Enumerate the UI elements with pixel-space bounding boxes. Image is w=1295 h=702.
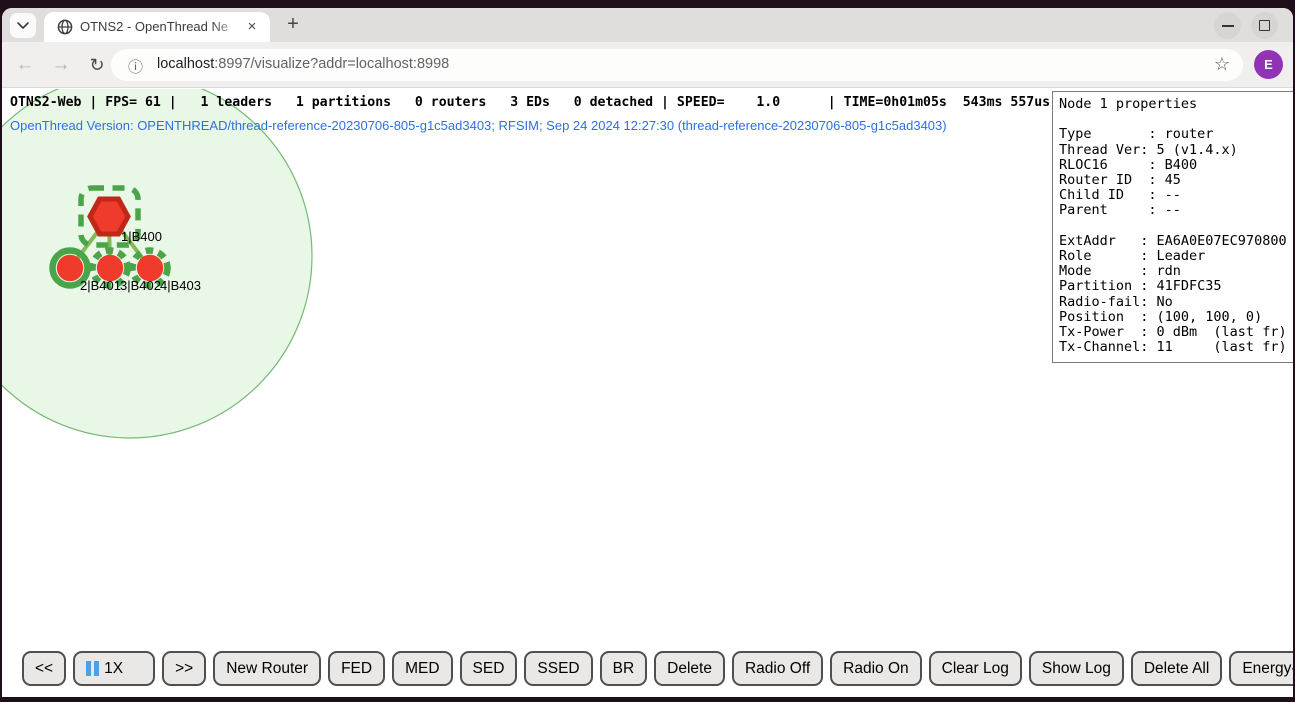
new-med-button[interactable]: MED [392,651,452,686]
back-button[interactable]: ← [13,53,37,77]
radio-on-button[interactable]: Radio On [830,651,921,686]
browser-toolbar: ← → ↻ ⓘ localhost:8997/visualize?addr=lo… [2,42,1293,88]
globe-icon [57,19,73,35]
pause-icon [86,661,99,676]
new-router-button[interactable]: New Router [213,651,321,686]
energy-stats-button[interactable]: Energy-stats ↗ [1229,651,1293,686]
site-info-icon[interactable]: ⓘ [128,56,143,77]
node-properties-body: Type : router Thread Ver: 5 (v1.4.x) RLO… [1059,112,1289,355]
chevron-down-icon [17,22,29,30]
simulator-toolbar: << 1X >> New Router FED MED SED SSED BR … [22,651,1293,686]
speed-button[interactable]: 1X [73,651,155,686]
new-sed-button[interactable]: SED [460,651,518,686]
browser-window: OTNS2 - OpenThread Ne × + ← → ↻ ⓘ localh… [2,8,1293,697]
clear-log-button[interactable]: Clear Log [929,651,1022,686]
tab-bar: OTNS2 - OpenThread Ne × + [2,8,1293,42]
node-properties-panel: Node 1 properties Type : router Thread V… [1052,91,1293,363]
bookmark-star-icon[interactable]: ☆ [1214,54,1230,75]
delete-all-button[interactable]: Delete All [1131,651,1222,686]
new-br-button[interactable]: BR [600,651,648,686]
forward-button[interactable]: → [49,53,73,77]
radio-off-button[interactable]: Radio Off [732,651,823,686]
tab-title: OTNS2 - OpenThread Ne [80,19,248,34]
node-3-label: 3|B402 [120,278,161,293]
node-1-label: 1|B400 [121,229,162,244]
new-ssed-button[interactable]: SSED [524,651,592,686]
minimize-button[interactable] [1214,12,1241,39]
step-forward-button[interactable]: >> [162,651,206,686]
network-canvas[interactable] [2,89,1052,649]
url-bar[interactable]: ⓘ localhost:8997/visualize?addr=localhos… [111,49,1243,81]
maximize-button[interactable] [1251,12,1278,39]
maximize-icon [1259,20,1270,31]
new-tab-button[interactable]: + [280,12,306,38]
page-content: OTNS2-Web | FPS= 61 | 1 leaders 1 partit… [2,89,1293,697]
minimize-icon [1222,25,1234,27]
node-properties-title: Node 1 properties [1059,97,1289,112]
node-4-label: 4|B403 [160,278,201,293]
reload-button[interactable]: ↻ [85,53,109,77]
delete-button[interactable]: Delete [654,651,725,686]
url-text[interactable]: localhost:8997/visualize?addr=localhost:… [157,56,449,72]
step-back-button[interactable]: << [22,651,66,686]
browser-tab[interactable]: OTNS2 - OpenThread Ne × [44,12,270,42]
tab-close-icon[interactable]: × [243,18,261,36]
simulator-status-bar: OTNS2-Web | FPS= 61 | 1 leaders 1 partit… [10,95,1050,110]
openthread-version-link[interactable]: OpenThread Version: OPENTHREAD/thread-re… [10,118,947,133]
node-2-label: 2|B401 [80,278,121,293]
new-fed-button[interactable]: FED [328,651,385,686]
url-path: :8997/visualize?addr=localhost:8998 [214,56,449,72]
tab-search-button[interactable] [10,13,36,38]
speed-label: 1X [104,660,123,678]
url-host: localhost [157,56,214,72]
show-log-button[interactable]: Show Log [1029,651,1124,686]
profile-avatar[interactable]: E [1254,50,1283,79]
